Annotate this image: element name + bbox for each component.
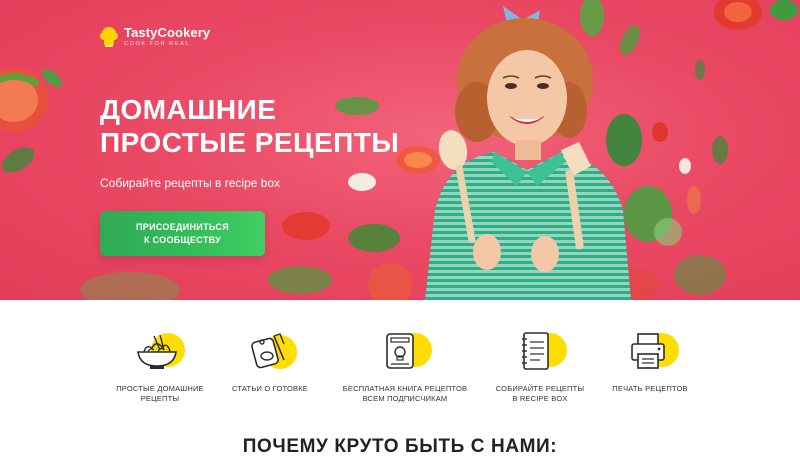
noodle-bowl-icon <box>137 333 185 369</box>
leaf-decor <box>1 147 35 173</box>
section-title: ПОЧЕМУ КРУТО БЫТЬ С НАМИ: <box>242 436 558 457</box>
hero-title: ДОМАШНИЕ ПРОСТЫЕ РЕЦЕПТЫ <box>100 93 399 159</box>
hero-banner: TastyCookery COOK FOR REAL ДОМАШНИЕ ПРОС… <box>0 0 800 300</box>
recipe-book-icon <box>386 333 432 369</box>
mushroom-decor <box>348 173 376 191</box>
brand-name: TastyCookery <box>124 25 211 41</box>
feature-label: СОБИРАЙТЕ РЕЦЕПТЫ В RECIPE BOX <box>495 384 585 403</box>
woman-chef-illustration <box>425 6 631 300</box>
feature-label: СТАТЬИ О ГОТОВКЕ <box>232 384 308 393</box>
printer-icon <box>631 333 679 369</box>
feature-label: ПЕЧАТЬ РЕЦЕПТОВ <box>612 384 688 393</box>
hero-subtitle: Собирайте рецепты в recipe box <box>100 176 281 190</box>
feature-item: ПЕЧАТЬ РЕЦЕПТОВ <box>580 330 720 394</box>
feature-item: БЕСПЛАТНАЯ КНИГА РЕЦЕПТОВ ВСЕМ ПОДПИСЧИК… <box>335 330 475 404</box>
hero-title-line2: ПРОСТЫЕ РЕЦЕПТЫ <box>100 127 400 158</box>
features-section: ПРОСТЫЕ ДОМАШНИЕ РЕЦЕПТЫ СТАТЬИ О ГОТОВК… <box>0 300 800 425</box>
brand-tagline: COOK FOR REAL <box>124 41 191 48</box>
chef-hat-icon <box>100 27 118 47</box>
hero-title-line1: ДОМАШНИЕ <box>100 94 277 125</box>
brand-logo[interactable]: TastyCookery COOK FOR REAL <box>100 26 210 48</box>
feature-item: СТАТЬИ О ГОТОВКЕ <box>200 330 340 394</box>
feature-label: БЕСПЛАТНАЯ КНИГА РЕЦЕПТОВ ВСЕМ ПОДПИСЧИК… <box>342 384 468 403</box>
cutting-board-icon <box>251 333 297 369</box>
feature-label: ПРОСТЫЕ ДОМАШНИЕ РЕЦЕПТЫ <box>116 384 204 403</box>
notebook-icon <box>522 332 567 370</box>
join-community-button[interactable]: ПРИСОЕДИНИТЬСЯ К СООБЩЕСТВУ <box>100 211 265 256</box>
